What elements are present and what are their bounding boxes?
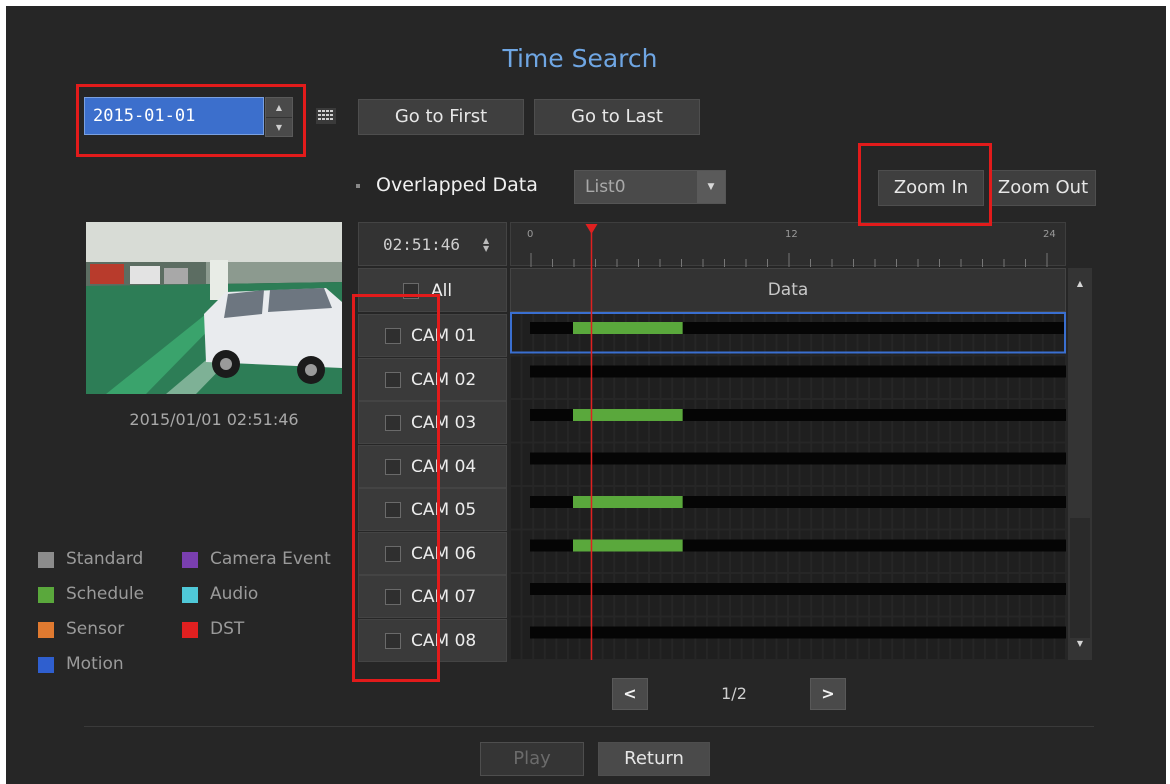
highlight-date bbox=[76, 84, 306, 157]
time-field[interactable]: 02:51:46 ▲ ▼ bbox=[358, 222, 507, 266]
page-title: Time Search bbox=[502, 44, 658, 73]
legend-swatch bbox=[38, 552, 54, 568]
legend-swatch bbox=[38, 657, 54, 673]
time-spinner-icon[interactable]: ▲ ▼ bbox=[483, 237, 489, 253]
bullet-icon bbox=[356, 184, 360, 188]
chevron-right-icon[interactable]: > bbox=[810, 678, 846, 710]
overlap-list-value: List0 bbox=[585, 177, 626, 197]
zoom-out-button[interactable]: Zoom Out bbox=[990, 170, 1096, 206]
scroll-down-icon[interactable]: ▼ bbox=[1068, 632, 1092, 656]
calendar-icon[interactable] bbox=[316, 108, 336, 124]
return-button[interactable]: Return bbox=[598, 742, 710, 776]
legend-swatch bbox=[182, 587, 198, 603]
chevron-left-icon[interactable]: < bbox=[612, 678, 648, 710]
scroll-up-icon[interactable]: ▲ bbox=[1068, 272, 1092, 296]
legend-swatch bbox=[182, 622, 198, 638]
camera-list-scrollbar[interactable]: ▲ ▼ bbox=[1068, 268, 1092, 660]
play-button[interactable]: Play bbox=[480, 742, 584, 776]
legend-swatch bbox=[38, 622, 54, 638]
highlight-camera-checkboxes bbox=[352, 294, 440, 682]
cursor-handle-icon bbox=[585, 224, 598, 234]
page-indicator: 1/2 bbox=[721, 684, 747, 703]
go-to-first-button[interactable]: Go to First bbox=[358, 99, 524, 135]
legend-swatch bbox=[182, 552, 198, 568]
go-to-last-button[interactable]: Go to Last bbox=[534, 99, 700, 135]
scroll-thumb[interactable] bbox=[1070, 518, 1090, 638]
camera-preview bbox=[86, 222, 342, 394]
time-cursor[interactable] bbox=[510, 222, 1066, 660]
overlap-list-select[interactable]: List0 ▼ bbox=[574, 170, 726, 204]
legend-swatch bbox=[38, 587, 54, 603]
highlight-zoom-in bbox=[858, 143, 992, 226]
chevron-down-icon: ▼ bbox=[697, 171, 725, 203]
overlapped-data-label: Overlapped Data bbox=[376, 174, 538, 196]
preview-timestamp: 2015/01/01 02:51:46 bbox=[129, 410, 299, 429]
footer-divider bbox=[84, 726, 1094, 727]
time-value: 02:51:46 bbox=[383, 235, 461, 254]
